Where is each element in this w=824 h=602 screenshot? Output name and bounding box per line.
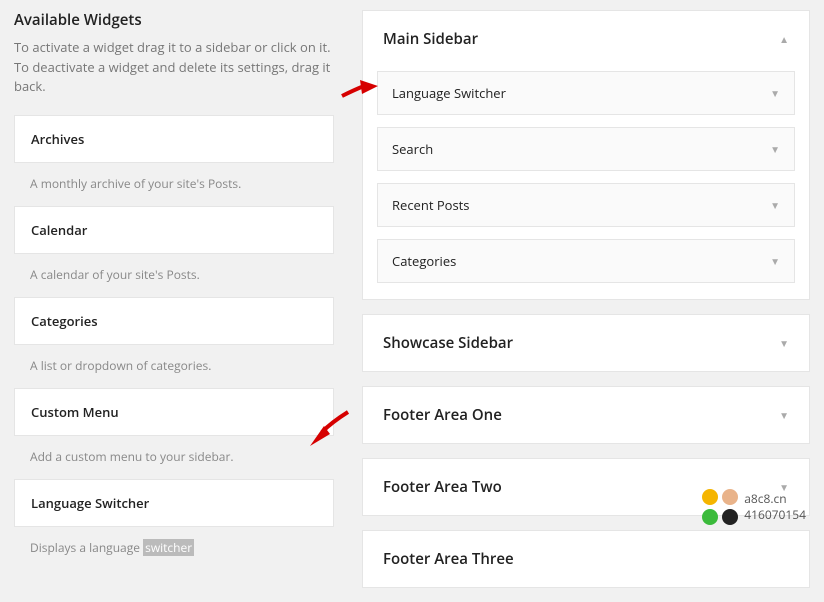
watermark-url: a8c8.cn [744, 491, 806, 507]
widget-categories-desc: A list or dropdown of categories. [14, 345, 334, 388]
chevron-down-icon: ▼ [770, 198, 780, 212]
widget-archives-desc: A monthly archive of your site's Posts. [14, 163, 334, 206]
widget-calendar-desc: A calendar of your site's Posts. [14, 254, 334, 297]
main-sidebar-box: Main Sidebar ▲ Language Switcher ▼ Searc… [362, 10, 810, 300]
footer-area-one-header[interactable]: Footer Area One ▼ [363, 387, 809, 443]
chevron-down-icon: ▼ [770, 86, 780, 100]
footer-area-three-box: Footer Area Three [362, 530, 810, 588]
available-widgets-title: Available Widgets [14, 10, 334, 30]
widget-custom-menu[interactable]: Custom Menu [14, 388, 334, 436]
showcase-sidebar-header[interactable]: Showcase Sidebar ▼ [363, 315, 809, 371]
available-widgets-desc: To activate a widget drag it to a sideba… [14, 38, 334, 97]
badge-icon [702, 509, 718, 525]
showcase-sidebar-box: Showcase Sidebar ▼ [362, 314, 810, 372]
widget-categories[interactable]: Categories [14, 297, 334, 345]
main-sidebar-header[interactable]: Main Sidebar ▲ [363, 11, 809, 67]
available-widgets-panel: Available Widgets To activate a widget d… [14, 10, 334, 588]
main-sidebar-title: Main Sidebar [383, 29, 478, 49]
badge-icon [702, 489, 718, 505]
chevron-down-icon: ▼ [770, 254, 780, 268]
main-sidebar-body: Language Switcher ▼ Search ▼ Recent Post… [363, 67, 809, 299]
watermark-id: 416070154 [744, 507, 806, 523]
chevron-down-icon: ▼ [779, 408, 789, 422]
widget-archives[interactable]: Archives [14, 115, 334, 163]
widget-calendar[interactable]: Calendar [14, 206, 334, 254]
watermark-badge: a8c8.cn 416070154 [702, 489, 806, 525]
chevron-down-icon: ▼ [779, 336, 789, 350]
chevron-down-icon: ▼ [770, 142, 780, 156]
highlight-switcher: switcher [143, 539, 194, 556]
badge-icon [722, 489, 738, 505]
placed-widget-language-switcher[interactable]: Language Switcher ▼ [377, 71, 795, 115]
badge-icon [722, 509, 738, 525]
footer-area-one-box: Footer Area One ▼ [362, 386, 810, 444]
placed-widget-categories[interactable]: Categories ▼ [377, 239, 795, 283]
widget-language-switcher-desc: Displays a language switcher [14, 527, 334, 570]
chevron-up-icon: ▲ [779, 32, 789, 46]
placed-widget-search[interactable]: Search ▼ [377, 127, 795, 171]
widget-language-switcher[interactable]: Language Switcher [14, 479, 334, 527]
widget-custom-menu-desc: Add a custom menu to your sidebar. [14, 436, 334, 479]
footer-area-three-header[interactable]: Footer Area Three [363, 531, 809, 587]
placed-widget-recent-posts[interactable]: Recent Posts ▼ [377, 183, 795, 227]
